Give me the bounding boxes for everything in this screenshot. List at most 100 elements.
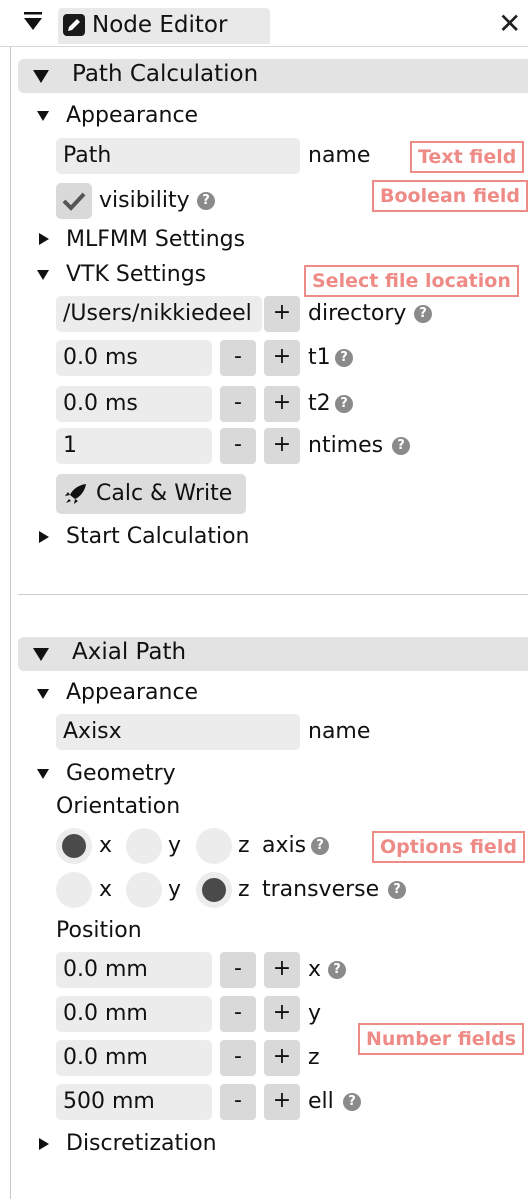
position-y-value: 0.0 mm bbox=[63, 1001, 148, 1026]
transverse-option-label: x bbox=[99, 877, 113, 902]
axis-option-label: y bbox=[168, 833, 182, 858]
group-start-calculation[interactable]: Start Calculation bbox=[66, 523, 249, 551]
position-z-field[interactable]: 0.0 mm bbox=[56, 1040, 212, 1076]
help-icon[interactable]: ? bbox=[335, 395, 353, 413]
axis-option-label: z bbox=[238, 833, 250, 858]
directory-field[interactable]: /Users/nikkiedeel bbox=[56, 296, 262, 332]
section-title: Path Calculation bbox=[72, 61, 259, 87]
ell-field[interactable]: 500 mm bbox=[56, 1084, 212, 1120]
help-icon[interactable]: ? bbox=[328, 961, 346, 979]
directory-select-button[interactable]: + bbox=[264, 296, 300, 332]
annotation-options-field: Options field bbox=[372, 831, 525, 863]
transverse-radio-x[interactable] bbox=[56, 872, 92, 908]
name-label: name bbox=[308, 143, 371, 168]
close-icon[interactable]: ✕ bbox=[498, 10, 521, 38]
name-field-value: Axisx bbox=[63, 719, 122, 744]
section-title: Axial Path bbox=[72, 639, 187, 665]
help-icon[interactable]: ? bbox=[414, 305, 432, 323]
annotation-number-fields: Number fields bbox=[358, 1023, 525, 1055]
annotation-boolean-field: Boolean field bbox=[372, 180, 528, 212]
name-field[interactable]: Axisx bbox=[56, 714, 300, 750]
position-label: Position bbox=[56, 918, 142, 943]
transverse-radio-y[interactable] bbox=[126, 872, 162, 908]
expand-triangle-icon[interactable] bbox=[39, 233, 49, 245]
group-appearance[interactable]: Appearance bbox=[66, 102, 198, 130]
directory-label: directory bbox=[308, 301, 407, 326]
rocket-icon bbox=[65, 484, 86, 504]
position-y-decrement-button[interactable]: - bbox=[220, 996, 256, 1032]
position-z-increment-button[interactable]: + bbox=[264, 1040, 300, 1076]
expand-triangle-icon[interactable] bbox=[39, 531, 49, 543]
group-vtk-settings[interactable]: VTK Settings bbox=[66, 261, 206, 289]
collapse-triangle-icon[interactable] bbox=[37, 689, 49, 699]
ntimes-decrement-button[interactable]: - bbox=[220, 428, 256, 464]
expand-triangle-icon[interactable] bbox=[39, 1138, 49, 1150]
ell-label: ell bbox=[308, 1089, 334, 1114]
tab-title: Node Editor bbox=[92, 12, 228, 38]
help-icon[interactable]: ? bbox=[335, 349, 353, 367]
t1-field[interactable]: 0.0 ms bbox=[56, 340, 212, 376]
axis-option-label: x bbox=[99, 833, 113, 858]
t2-field[interactable]: 0.0 ms bbox=[56, 386, 212, 422]
t2-increment-button[interactable]: + bbox=[264, 386, 300, 422]
annotation-select-file: Select file location bbox=[304, 265, 519, 297]
ell-decrement-button[interactable]: - bbox=[220, 1084, 256, 1120]
group-geometry[interactable]: Geometry bbox=[66, 760, 176, 788]
position-y-label: y bbox=[308, 1001, 322, 1026]
position-x-increment-button[interactable]: + bbox=[264, 952, 300, 988]
group-appearance[interactable]: Appearance bbox=[66, 679, 198, 707]
axis-radio-z[interactable] bbox=[196, 828, 232, 864]
t1-increment-button[interactable]: + bbox=[264, 340, 300, 376]
position-x-decrement-button[interactable]: - bbox=[220, 952, 256, 988]
position-y-field[interactable]: 0.0 mm bbox=[56, 996, 212, 1032]
position-y-increment-button[interactable]: + bbox=[264, 996, 300, 1032]
group-mlfmm-settings[interactable]: MLFMM Settings bbox=[66, 226, 245, 254]
ntimes-increment-button[interactable]: + bbox=[264, 428, 300, 464]
position-x-field[interactable]: 0.0 mm bbox=[56, 952, 212, 988]
position-x-label: x bbox=[308, 957, 322, 982]
position-x-value: 0.0 mm bbox=[63, 957, 148, 982]
help-icon[interactable]: ? bbox=[388, 881, 406, 899]
visibility-checkbox[interactable] bbox=[56, 183, 92, 219]
name-field-value: Path bbox=[63, 143, 112, 168]
t2-label: t2 bbox=[308, 391, 331, 416]
calc-write-button[interactable]: Calc & Write bbox=[56, 474, 246, 514]
collapse-triangle-icon[interactable] bbox=[37, 769, 49, 779]
t2-decrement-button[interactable]: - bbox=[220, 386, 256, 422]
position-z-value: 0.0 mm bbox=[63, 1045, 148, 1070]
help-icon[interactable]: ? bbox=[197, 192, 215, 210]
t2-value: 0.0 ms bbox=[63, 391, 138, 416]
orientation-label: Orientation bbox=[56, 794, 181, 819]
panel-menu-icon[interactable] bbox=[24, 12, 42, 36]
collapse-triangle-icon[interactable] bbox=[37, 270, 49, 280]
pencil-icon bbox=[63, 14, 85, 36]
help-icon[interactable]: ? bbox=[392, 437, 410, 455]
checkmark-icon bbox=[62, 192, 86, 211]
visibility-label: visibility bbox=[99, 188, 190, 213]
ell-value: 500 mm bbox=[63, 1089, 155, 1114]
axis-radio-y[interactable] bbox=[126, 828, 162, 864]
ntimes-label: ntimes bbox=[308, 433, 384, 458]
transverse-option-label: y bbox=[168, 877, 182, 902]
t1-decrement-button[interactable]: - bbox=[220, 340, 256, 376]
name-field[interactable]: Path bbox=[56, 138, 300, 174]
t1-label: t1 bbox=[308, 345, 331, 370]
transverse-option-label: z bbox=[238, 877, 250, 902]
ell-increment-button[interactable]: + bbox=[264, 1084, 300, 1120]
collapse-triangle-icon[interactable] bbox=[33, 70, 49, 83]
transverse-label: transverse bbox=[262, 877, 380, 902]
position-z-decrement-button[interactable]: - bbox=[220, 1040, 256, 1076]
section-divider bbox=[18, 594, 528, 595]
group-discretization[interactable]: Discretization bbox=[66, 1130, 217, 1158]
collapse-triangle-icon[interactable] bbox=[33, 648, 49, 661]
help-icon[interactable]: ? bbox=[343, 1093, 361, 1111]
transverse-radio-z[interactable] bbox=[196, 872, 232, 908]
directory-value: /Users/nikkiedeel bbox=[63, 301, 252, 326]
panel-left-border bbox=[10, 0, 11, 1199]
ntimes-field[interactable]: 1 bbox=[56, 428, 212, 464]
help-icon[interactable]: ? bbox=[311, 837, 329, 855]
name-label: name bbox=[308, 719, 371, 744]
annotation-text-field: Text field bbox=[410, 141, 525, 173]
collapse-triangle-icon[interactable] bbox=[37, 111, 49, 121]
axis-radio-x[interactable] bbox=[56, 828, 92, 864]
